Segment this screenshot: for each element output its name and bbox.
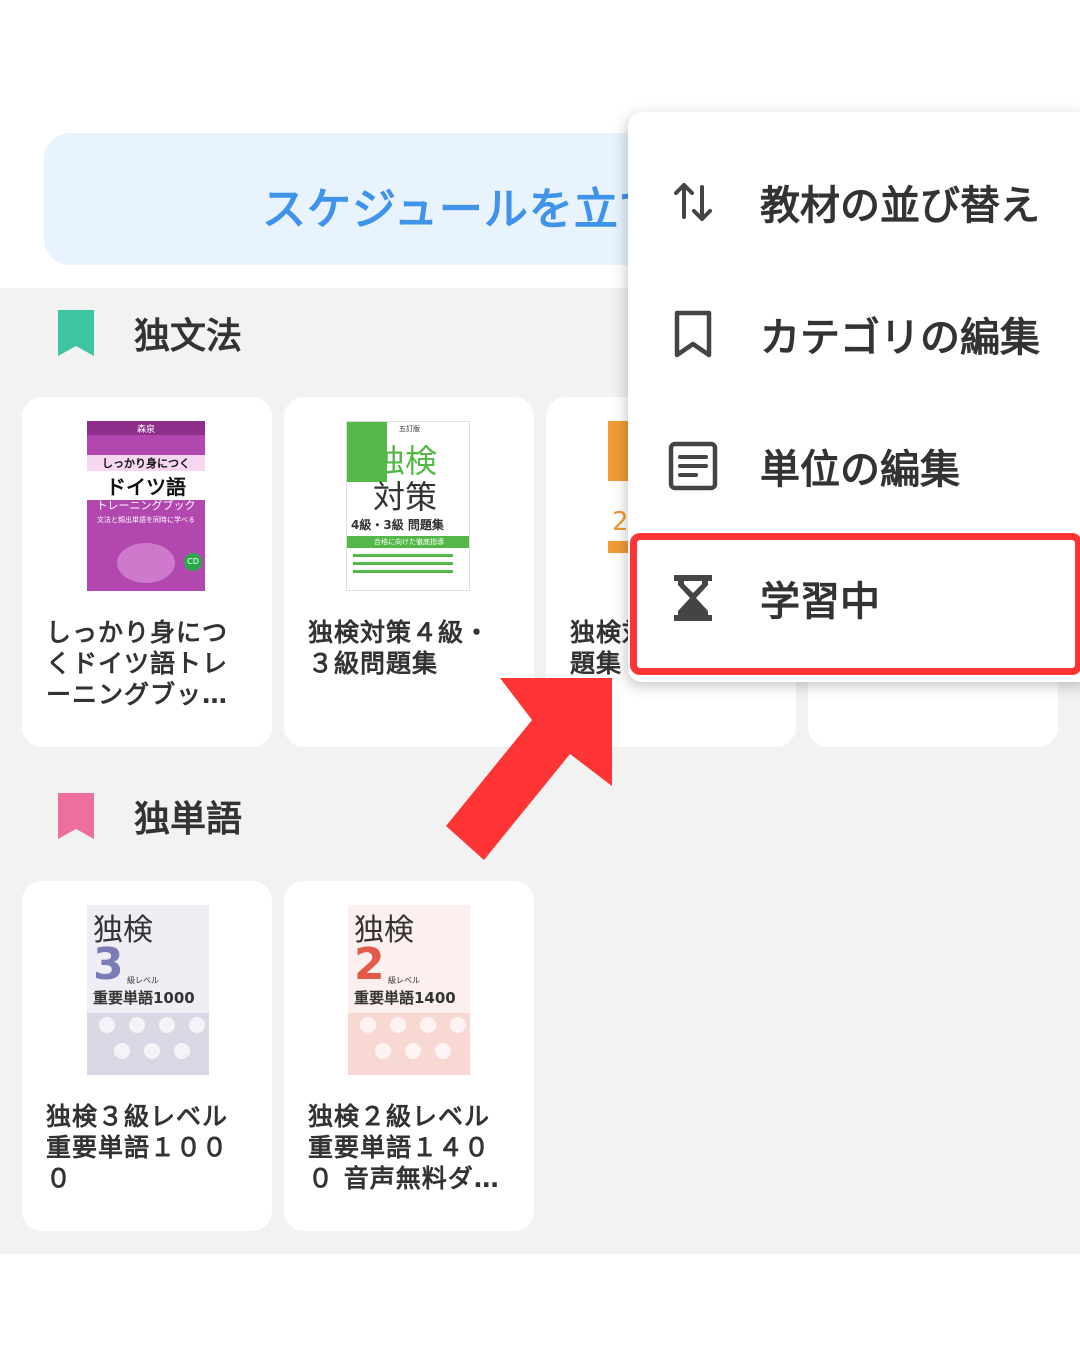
- menu-item-label: 単位の編集: [760, 447, 960, 493]
- sort-icon: [674, 183, 712, 221]
- menu-item-label: カテゴリの編集: [760, 315, 1040, 361]
- book-cover: 森泉 しっかり身につく ドイツ語 トレーニングブック 文法と頻出単語を同時に学べ…: [87, 421, 205, 591]
- menu-item-sort[interactable]: 教材の並び替え: [628, 136, 1080, 268]
- book-title: 独検２級レベル重要単語１４００ 音声無料ダ…: [308, 1102, 500, 1193]
- cover-text: 級レベル: [388, 976, 420, 985]
- book-card[interactable]: 独検 2 級レベル 重要単語1400 独検２級レベル重要単語１４００ 音声無料ダ…: [284, 881, 534, 1231]
- cover-text: トレーニングブック: [96, 499, 196, 512]
- cover-text: 森泉: [136, 425, 155, 435]
- book-cover: 五訂版 独検 対策 4級・3級 問題集 合格に向けた徹底指導: [346, 421, 470, 591]
- cover-text: 文法と頻出単語を同時に学べる: [97, 516, 195, 524]
- cover-text: 重要単語1000: [93, 989, 195, 1007]
- category-header-grammar[interactable]: 独文法: [56, 303, 242, 363]
- cd-badge: CD: [184, 553, 202, 571]
- cover-text: 4級・3級 問題集: [351, 518, 444, 532]
- book-title: 独検３級レベル重要単語１０００: [46, 1102, 229, 1193]
- bookmark-icon: [58, 793, 94, 839]
- bookmark-outline-icon: [674, 310, 712, 358]
- category-label: 独文法: [134, 316, 243, 357]
- menu-item-edit-category[interactable]: カテゴリの編集: [628, 268, 1080, 400]
- cover-pattern: [87, 1013, 209, 1075]
- arrow-icon: [446, 678, 612, 860]
- book-card[interactable]: 独検 3 級レベル 重要単語1000 独検３級レベル重要単語１０００: [22, 881, 272, 1231]
- cover-text: 重要単語1400: [354, 989, 456, 1007]
- category-header-vocabulary[interactable]: 独単語: [56, 786, 242, 846]
- cover-text: ドイツ語: [87, 471, 205, 500]
- book-title: しっかり身につくドイツ語トレーニングブッ…: [46, 618, 229, 709]
- menu-item-label: 教材の並び替え: [760, 183, 1040, 229]
- cover-text: 2: [612, 507, 629, 537]
- cover-text: 3: [93, 939, 124, 990]
- cover-text: 合格に向けた徹底指導: [347, 536, 469, 548]
- cover-text: しっかり身につく: [87, 455, 205, 471]
- book-cover: 独検 2 級レベル 重要単語1400: [348, 905, 470, 1075]
- category-label: 独単語: [134, 799, 243, 840]
- cover-text: 対策: [373, 478, 438, 516]
- cover-text: 級レベル: [127, 976, 159, 985]
- menu-item-edit-unit[interactable]: 単位の編集: [628, 400, 1080, 532]
- book-cover: 独検 3 級レベル 重要単語1000: [87, 905, 209, 1075]
- cover-pattern: [348, 1013, 470, 1075]
- cover-text: 五訂版: [399, 425, 420, 433]
- book-card[interactable]: 森泉 しっかり身につく ドイツ語 トレーニングブック 文法と頻出単語を同時に学べ…: [22, 397, 272, 747]
- document-icon: [668, 441, 718, 491]
- cover-text: 2: [354, 939, 385, 990]
- highlight-box: [630, 533, 1080, 675]
- schedule-button-label: スケジュールを立て: [262, 184, 664, 235]
- bookmark-icon: [58, 310, 94, 356]
